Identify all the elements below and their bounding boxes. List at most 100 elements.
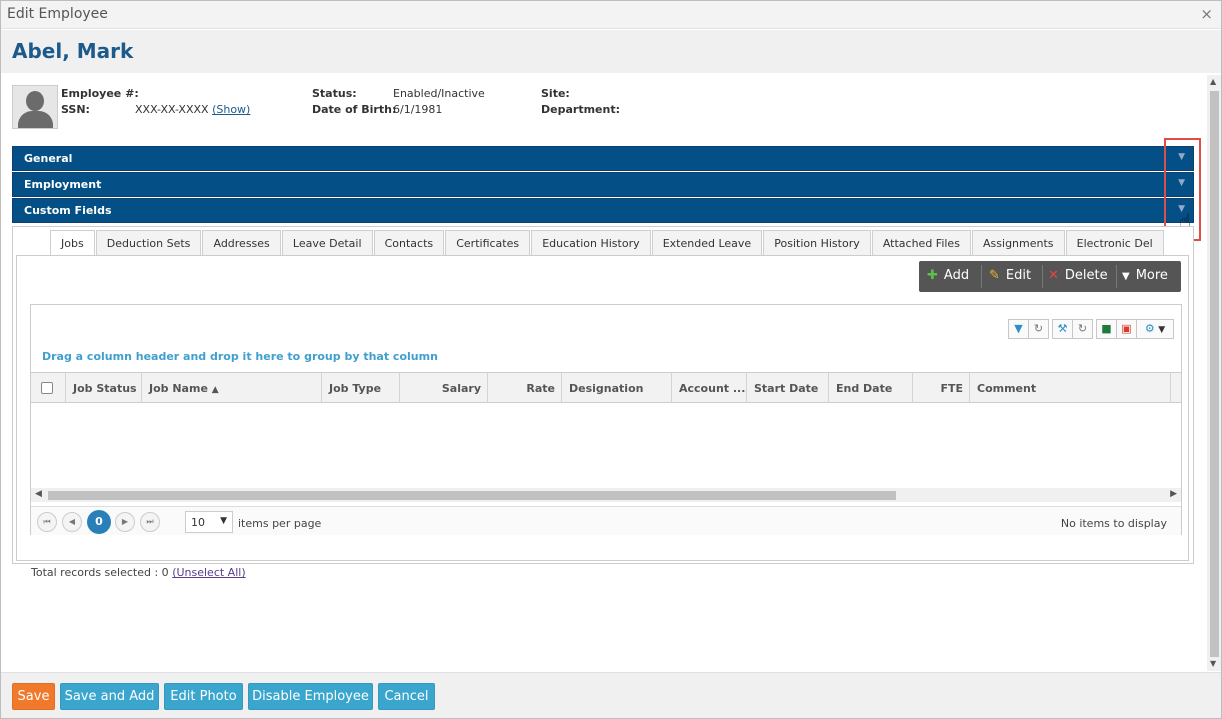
avatar-head — [26, 91, 44, 111]
column-header-designation[interactable]: Designation — [562, 373, 672, 403]
tab-electronic-delivery[interactable]: Electronic Del — [1065, 230, 1164, 255]
select-all-checkbox[interactable] — [41, 382, 53, 394]
column-header-start-date[interactable]: Start Date — [747, 373, 829, 403]
scroll-down-icon[interactable]: ▼ — [1210, 659, 1216, 668]
close-icon[interactable]: × — [1200, 5, 1213, 23]
panel-title: General — [24, 152, 73, 165]
next-page-icon[interactable]: ▶ — [115, 512, 135, 532]
job-name-label: Job Name — [149, 382, 208, 395]
grid-tools: ▼ ↻ ⚒ ↻ ■ ▣ ⚙ ▼ — [1008, 319, 1176, 339]
employee-header — [1, 30, 1221, 73]
horizontal-scrollbar[interactable]: ◀ ▶ — [31, 488, 1181, 502]
scroll-right-icon[interactable]: ▶ — [1170, 489, 1177, 499]
panel-title: Custom Fields — [24, 204, 112, 217]
employee-photo — [12, 85, 58, 129]
select-all-checkbox-cell[interactable] — [31, 373, 66, 403]
tab-leave-detail[interactable]: Leave Detail — [281, 230, 373, 255]
status-label: Status: — [312, 87, 357, 100]
column-header-account[interactable]: Account ... — [672, 373, 747, 403]
tab-addresses[interactable]: Addresses — [202, 230, 281, 255]
previous-page-icon[interactable]: ◀ — [62, 512, 82, 532]
column-header-overflow[interactable] — [1171, 373, 1181, 403]
add-label: Add — [943, 268, 970, 283]
dialog-footer: Save Save and Add Edit Photo Disable Emp… — [1, 672, 1221, 718]
group-drop-hint[interactable]: Drag a column header and drop it here to… — [42, 350, 438, 363]
scroll-up-icon[interactable]: ▲ — [1210, 77, 1216, 86]
edit-label: Edit — [1005, 268, 1032, 283]
save-and-add-button[interactable]: Save and Add — [60, 683, 159, 710]
column-header-rate[interactable]: Rate — [488, 373, 562, 403]
sort-ascending-icon: ▲ — [211, 385, 219, 395]
column-header-job-status[interactable]: Job Status — [66, 373, 142, 403]
tab-position-history[interactable]: Position History — [763, 230, 871, 255]
toolbar-divider — [1042, 265, 1043, 288]
column-header-job-name[interactable]: Job Name ▲ — [142, 373, 322, 403]
edit-photo-button[interactable]: Edit Photo — [164, 683, 243, 710]
jobs-grid: ▼ ↻ ⚒ ↻ ■ ▣ ⚙ ▼ Drag a column header and… — [30, 304, 1182, 535]
last-page-icon[interactable]: ⏭ — [140, 512, 160, 532]
jobs-tab-panel: ✚ Add ✎ Edit ✕ Delete ▼ More ▼ ↻ ⚒ ↻ ■ ▣ ⚙ ▼ — [16, 255, 1189, 579]
unselect-all-link[interactable]: (Unselect All) — [172, 566, 245, 579]
first-page-icon[interactable]: ⏮ — [37, 512, 57, 532]
disable-employee-button[interactable]: Disable Employee — [248, 683, 373, 710]
column-header-salary[interactable]: Salary — [400, 373, 488, 403]
tab-assignments[interactable]: Assignments — [972, 230, 1065, 255]
toolbar-divider — [981, 265, 982, 288]
pencil-icon: ✎ — [989, 268, 1000, 283]
tab-contacts[interactable]: Contacts — [373, 230, 445, 255]
selection-count: Total records selected : 0 — [31, 566, 169, 579]
edit-button[interactable]: ✎ Edit — [989, 261, 1031, 292]
hscroll-thumb[interactable] — [48, 491, 896, 500]
status-value: Enabled/Inactive — [393, 87, 485, 100]
reset-columns-icon[interactable]: ↻ — [1072, 319, 1093, 339]
page-size-select[interactable]: 10 ▼ — [185, 511, 233, 533]
save-button[interactable]: Save — [12, 683, 55, 710]
tab-attached-files[interactable]: Attached Files — [871, 230, 971, 255]
vertical-scrollbar[interactable]: ▲ ▼ — [1207, 75, 1221, 671]
ssn-value: XXX-XX-XXXX (Show) — [135, 103, 250, 116]
tab-strip: Jobs Deduction Sets Addresses Leave Deta… — [50, 230, 1180, 256]
column-header-comment[interactable]: Comment — [970, 373, 1171, 403]
more-button[interactable]: ▼ More — [1122, 261, 1168, 292]
pdf-export-icon[interactable]: ▣ — [1116, 319, 1137, 339]
tab-jobs[interactable]: Jobs — [50, 230, 95, 255]
panel-custom-fields[interactable]: Custom Fields ▼ — [12, 198, 1194, 223]
dob-value: 6/1/1981 — [393, 103, 443, 116]
grid-header-row: Job Status Job Name ▲ Job Type Salary Ra… — [31, 372, 1181, 403]
caret-down-icon: ▼ — [1122, 271, 1130, 282]
excel-export-icon[interactable]: ■ — [1096, 319, 1117, 339]
delete-x-icon: ✕ — [1048, 268, 1059, 283]
ssn-label: SSN: — [61, 103, 90, 116]
cancel-button[interactable]: Cancel — [378, 683, 435, 710]
employee-number-label: Employee #: — [61, 87, 139, 100]
reset-filter-icon[interactable]: ↻ — [1028, 319, 1049, 339]
tab-extended-leave[interactable]: Extended Leave — [651, 230, 763, 255]
tab-certificates[interactable]: Certificates — [445, 230, 531, 255]
tab-deduction-sets[interactable]: Deduction Sets — [95, 230, 202, 255]
scrollbar-thumb[interactable] — [1210, 91, 1219, 657]
ssn-show-link[interactable]: (Show) — [212, 103, 250, 116]
column-header-end-date[interactable]: End Date — [829, 373, 913, 403]
column-header-fte[interactable]: FTE — [913, 373, 970, 403]
delete-button[interactable]: ✕ Delete — [1048, 261, 1108, 292]
column-header-job-type[interactable]: Job Type — [322, 373, 400, 403]
site-label: Site: — [541, 87, 570, 100]
tab-education-history[interactable]: Education History — [531, 230, 651, 255]
wrench-icon[interactable]: ⚒ — [1052, 319, 1073, 339]
delete-label: Delete — [1064, 268, 1108, 283]
add-button[interactable]: ✚ Add — [927, 261, 969, 292]
filter-icon[interactable]: ▼ — [1008, 319, 1029, 339]
dob-label: Date of Birth: — [312, 103, 397, 116]
scroll-left-icon[interactable]: ◀ — [35, 489, 42, 499]
panel-general[interactable]: General ▼ — [12, 146, 1194, 171]
more-label: More — [1135, 268, 1168, 283]
current-page[interactable]: 0 — [87, 510, 111, 534]
panel-employment[interactable]: Employment ▼ — [12, 172, 1194, 197]
plus-icon: ✚ — [927, 268, 938, 283]
avatar-body — [18, 111, 53, 128]
grid-pager: ⏮ ◀ 0 ▶ ⏭ 10 ▼ items per page No items to… — [31, 506, 1181, 535]
employee-name: Abel, Mark — [12, 39, 134, 63]
settings-gear-icon[interactable]: ⚙ ▼ — [1136, 319, 1174, 339]
dropdown-arrow-icon: ▼ — [220, 516, 227, 526]
toolbar-divider — [1116, 265, 1117, 288]
